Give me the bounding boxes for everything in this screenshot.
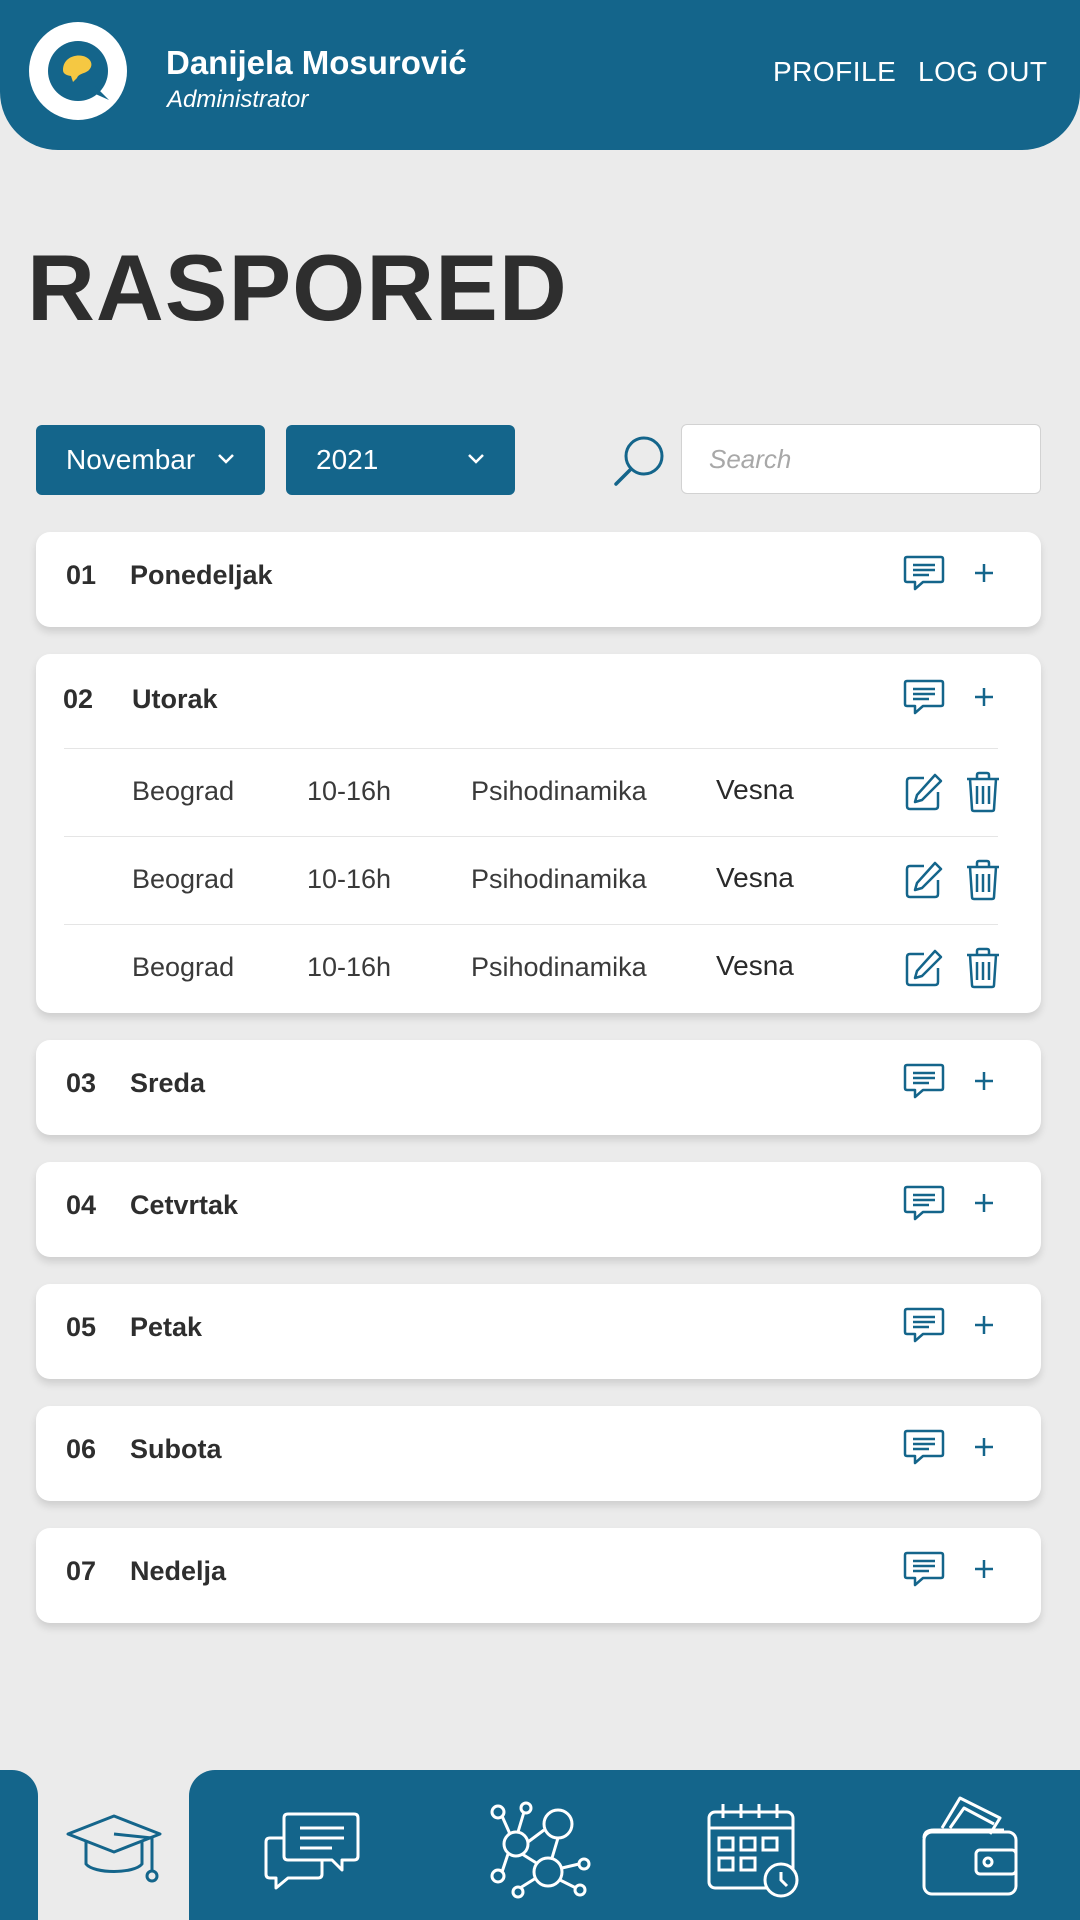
bottom-nav (0, 1770, 1080, 1920)
day-card: 07 Nedelja (36, 1528, 1041, 1623)
app-logo[interactable] (29, 22, 127, 120)
chevron-down-icon (218, 454, 234, 464)
comment-icon[interactable] (903, 1062, 945, 1105)
search-input[interactable] (681, 424, 1041, 494)
user-name: Danijela Mosurović (166, 44, 467, 81)
chat-icon[interactable] (262, 1808, 362, 1894)
row-divider (64, 748, 998, 749)
trash-icon[interactable] (965, 859, 1001, 906)
user-role: Administrator (167, 86, 309, 113)
add-icon[interactable] (973, 1558, 995, 1585)
logout-link[interactable]: LOG OUT (918, 56, 1048, 88)
bottom-nav-left-edge (0, 1770, 38, 1920)
edit-icon[interactable] (904, 772, 944, 817)
page-title: RASPORED (27, 235, 568, 340)
day-number: 06 (66, 1434, 97, 1464)
day-card: 01 Ponedeljak (36, 532, 1041, 627)
comment-icon[interactable] (903, 678, 945, 721)
day-card: 03 Sreda (36, 1040, 1041, 1135)
comment-icon[interactable] (903, 1428, 945, 1471)
add-icon[interactable] (973, 1314, 995, 1341)
entry-city: Beograd (132, 776, 235, 806)
entry-city: Beograd (132, 952, 235, 982)
entry-course: Psihodinamika (471, 864, 647, 894)
row-divider (64, 836, 998, 837)
entry-time: 10-16h (307, 864, 392, 894)
edit-icon[interactable] (904, 860, 944, 905)
comment-icon[interactable] (903, 1550, 945, 1593)
entry-person: Vesna (716, 774, 794, 805)
search-icon[interactable] (612, 432, 668, 488)
year-select[interactable]: 2021 (286, 425, 515, 495)
day-name: Cetvrtak (130, 1190, 239, 1220)
entry-person: Vesna (716, 950, 794, 981)
day-name: Ponedeljak (130, 560, 273, 590)
add-icon[interactable] (973, 562, 995, 589)
entry-city: Beograd (132, 864, 235, 894)
day-number: 03 (66, 1068, 97, 1098)
wallet-icon[interactable] (920, 1794, 1020, 1898)
day-number: 01 (66, 560, 97, 590)
month-select[interactable]: Novembar (36, 425, 265, 495)
row-divider (64, 924, 998, 925)
comment-icon[interactable] (903, 554, 945, 597)
comment-icon[interactable] (903, 1306, 945, 1349)
entry-course: Psihodinamika (471, 952, 647, 982)
day-name: Subota (130, 1434, 222, 1464)
add-icon[interactable] (973, 1436, 995, 1463)
month-select-value: Novembar (66, 444, 196, 475)
entry-time: 10-16h (307, 952, 392, 982)
day-name: Petak (130, 1312, 203, 1342)
add-icon[interactable] (973, 1070, 995, 1097)
add-icon[interactable] (973, 1192, 995, 1219)
chevron-down-icon (468, 454, 484, 464)
day-number: 05 (66, 1312, 97, 1342)
day-number: 02 (63, 684, 94, 714)
year-select-value: 2021 (316, 444, 379, 475)
day-number: 07 (66, 1556, 97, 1586)
entry-person: Vesna (716, 862, 794, 893)
day-card: 06 Subota (36, 1406, 1041, 1501)
day-card: 04 Cetvrtak (36, 1162, 1041, 1257)
trash-icon[interactable] (965, 947, 1001, 994)
app-header: Danijela Mosurović Administrator PROFILE… (0, 0, 1080, 150)
day-name: Sreda (130, 1068, 206, 1098)
day-name: Nedelja (130, 1556, 227, 1586)
add-icon[interactable] (973, 686, 995, 713)
calendar-icon[interactable] (705, 1798, 805, 1898)
trash-icon[interactable] (965, 771, 1001, 818)
entry-course: Psihodinamika (471, 776, 647, 806)
profile-link[interactable]: PROFILE (773, 56, 896, 88)
edit-icon[interactable] (904, 948, 944, 993)
day-card: 05 Petak (36, 1284, 1041, 1379)
day-number: 04 (66, 1190, 97, 1220)
day-name: Utorak (132, 684, 218, 714)
entry-time: 10-16h (307, 776, 392, 806)
day-card: 02 Utorak Beograd 10-16h Psihodinamika Vesna B… (36, 654, 1041, 1013)
comment-icon[interactable] (903, 1184, 945, 1227)
graduation-cap-icon[interactable] (64, 1808, 164, 1894)
speech-bubble-logo-icon (48, 41, 109, 101)
network-icon[interactable] (488, 1800, 592, 1900)
